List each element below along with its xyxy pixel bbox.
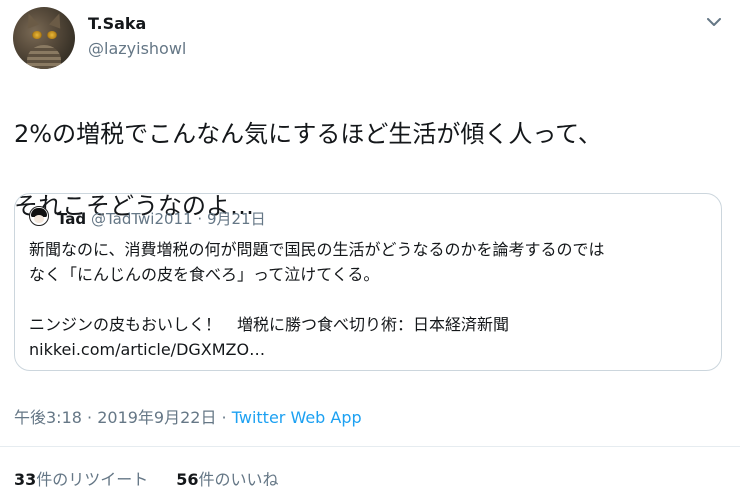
quoted-link: nikkei.com/article/DGXMZO…	[29, 340, 266, 359]
like-label: 件のいいね	[198, 470, 279, 489]
tweet-date[interactable]: 2019年9月22日	[97, 408, 216, 427]
avatar-detail	[34, 215, 44, 223]
engagement-stats: 33件のリツイート 56件のいいね	[14, 466, 279, 490]
author-avatar[interactable]	[13, 7, 75, 69]
chevron-down-icon	[707, 17, 721, 26]
quoted-tweet-card[interactable]: Tad @TadTwi2011 · 9月21日 新聞なのに、消費増税の何が問題で…	[14, 193, 722, 371]
retweets-link[interactable]: 33件のリツイート	[14, 470, 148, 489]
avatar-detail	[22, 11, 40, 29]
quoted-text-line: ニンジンの皮もおいしく！ 増税に勝つ食べ切り術：日本経済新聞	[29, 315, 510, 334]
quoted-author-handle: @TadTwi2011	[90, 210, 193, 228]
meta-separator: ·	[81, 408, 98, 427]
divider	[0, 446, 740, 447]
retweet-label: 件のリツイート	[36, 470, 149, 489]
source-app-link[interactable]: Twitter Web App	[232, 408, 362, 427]
tweet-time[interactable]: 午後3:18	[14, 408, 82, 427]
likes-link[interactable]: 56件のいいね	[176, 470, 278, 489]
retweet-count: 33	[14, 470, 37, 489]
quoted-text-line: なく「にんじんの皮を食べろ」って泣けてくる。	[29, 265, 380, 284]
quoted-date: 9月21日	[206, 210, 266, 228]
more-options-button[interactable]	[704, 12, 724, 32]
quoted-tweet-text: 新聞なのに、消費増税の何が問題で国民の生活がどうなるのかを論考するのでは なく「…	[29, 237, 709, 362]
tweet-timestamp: 午後3:18 · 2019年9月22日 · Twitter Web App	[14, 404, 362, 428]
avatar-detail	[32, 31, 42, 39]
meta-separator: ·	[192, 210, 207, 228]
quoted-tweet-header: Tad @TadTwi2011 · 9月21日	[57, 208, 266, 229]
meta-separator: ·	[216, 408, 232, 427]
author-handle[interactable]: @lazyishowl	[88, 39, 186, 58]
avatar-detail	[47, 31, 57, 39]
tweet-text-line: 2%の増税でこんなん気にするほど生活が傾く人って、	[14, 120, 602, 148]
avatar-detail	[27, 45, 61, 69]
like-count: 56	[176, 470, 199, 489]
avatar-detail	[48, 11, 66, 29]
quoted-author-avatar	[29, 206, 49, 226]
quoted-text-line: 新聞なのに、消費増税の何が問題で国民の生活がどうなるのかを論考するのでは	[29, 240, 605, 259]
quoted-author-name: Tad	[57, 210, 87, 228]
author-name[interactable]: T.Saka	[88, 14, 146, 33]
